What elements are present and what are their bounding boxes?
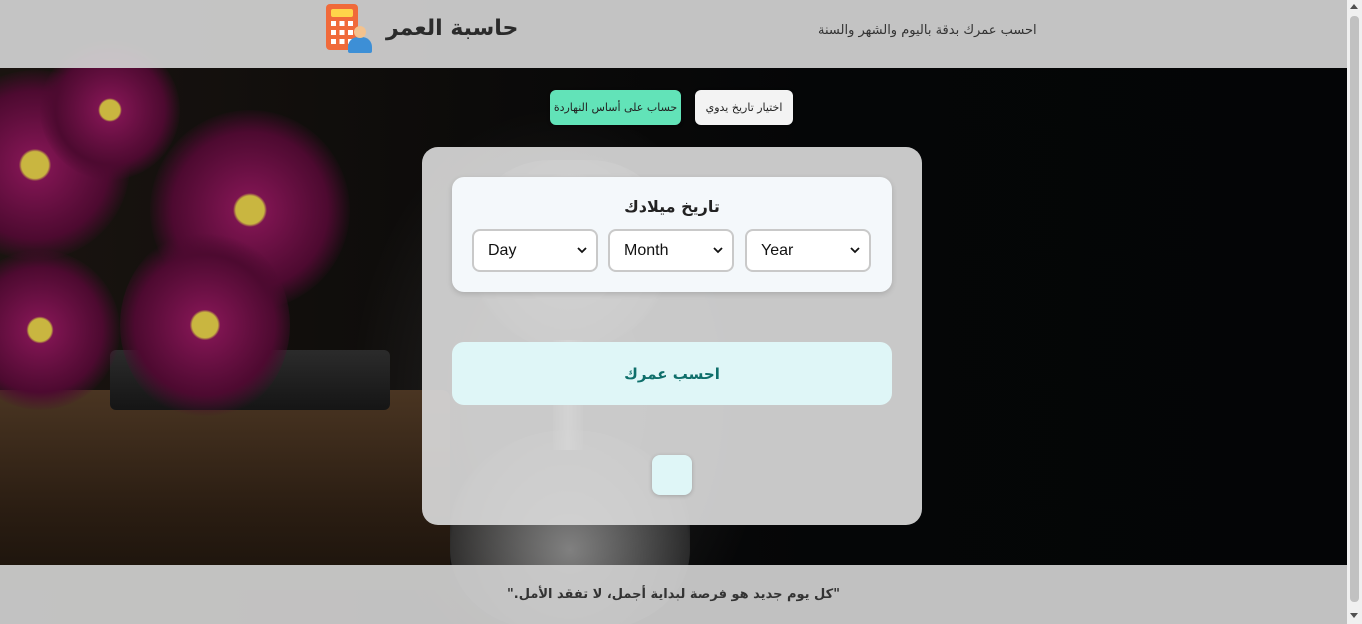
footer-quote: "كل يوم جديد هو فرصة لبداية أجمل، لا تفق… [507, 587, 840, 602]
calculate-age-button[interactable]: احسب عمرك [452, 342, 892, 405]
scrollbar[interactable] [1347, 0, 1362, 624]
scroll-thumb[interactable] [1350, 16, 1359, 602]
chevron-down-icon [713, 247, 723, 254]
result-box [652, 455, 692, 495]
manual-date-button[interactable]: اختيار تاريخ يدوي [695, 90, 793, 125]
year-select-value: Year [761, 241, 794, 259]
day-select-value: Day [488, 241, 517, 259]
background-flower [120, 230, 290, 420]
birth-date-box: تاريخ ميلادك Day Month Year [452, 177, 892, 292]
calculator-card: تاريخ ميلادك Day Month Year احسب عمرك [422, 147, 922, 525]
month-select-value: Month [624, 241, 669, 259]
brand[interactable]: حاسبة العمر [324, 2, 518, 54]
chevron-down-icon [850, 247, 860, 254]
chevron-down-icon [577, 247, 587, 254]
day-select[interactable]: Day [472, 229, 598, 272]
app-title: حاسبة العمر [386, 15, 519, 41]
calculator-person-icon [324, 2, 372, 54]
background-flower [0, 250, 120, 410]
year-select[interactable]: Year [745, 229, 871, 272]
site-header: حاسبة العمر احسب عمرك بدقة باليوم والشهر… [0, 0, 1347, 68]
scroll-up-icon[interactable] [1350, 4, 1358, 9]
site-footer: "كل يوم جديد هو فرصة لبداية أجمل، لا تفق… [0, 565, 1347, 624]
birth-date-title: تاريخ ميلادك [624, 197, 720, 216]
background-book [0, 390, 450, 590]
month-select[interactable]: Month [608, 229, 734, 272]
today-mode-button[interactable]: حساب على أساس النهاردة [550, 90, 681, 125]
scroll-down-icon[interactable] [1350, 613, 1358, 618]
header-tagline: احسب عمرك بدقة باليوم والشهر والسنة [818, 23, 1037, 38]
